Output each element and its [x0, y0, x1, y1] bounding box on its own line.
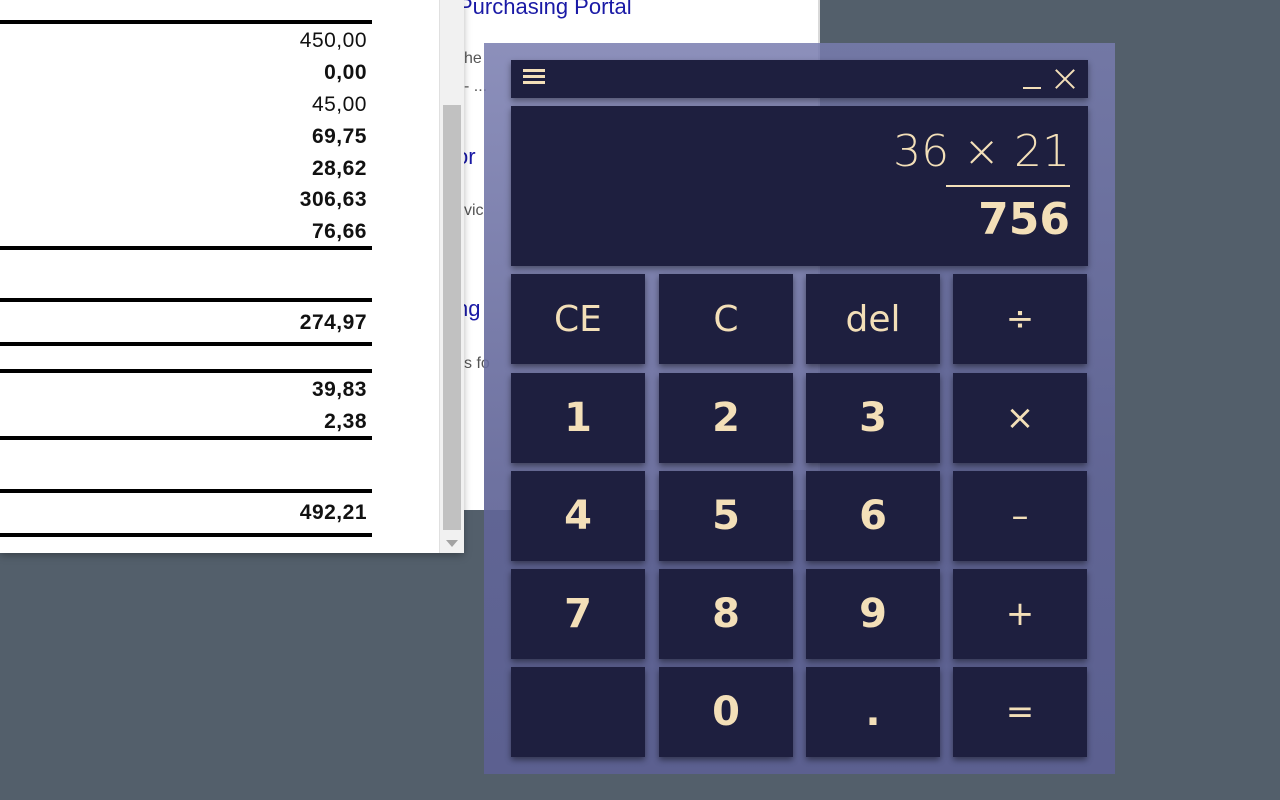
delete-button[interactable]: del	[806, 274, 940, 364]
digit-3-button[interactable]: 3	[806, 373, 940, 463]
report-value: 0,00	[324, 61, 367, 84]
clear-entry-button[interactable]: CE	[511, 274, 645, 364]
report-window: 450,00 0,00 45,00 69,75 28,62 306,63 76,…	[0, 0, 464, 553]
report-value: 306,63	[299, 188, 367, 211]
table-rule	[0, 489, 372, 493]
scroll-down-arrow-icon[interactable]	[446, 540, 458, 547]
decimal-point-button[interactable]: .	[806, 667, 940, 757]
digit-7-button[interactable]: 7	[511, 569, 645, 659]
table-rule	[0, 436, 372, 440]
digit-4-button[interactable]: 4	[511, 471, 645, 561]
close-icon[interactable]	[1053, 67, 1077, 91]
report-value: 274,97	[299, 311, 367, 334]
clear-button[interactable]: C	[659, 274, 793, 364]
report-value: 76,66	[311, 220, 367, 243]
table-rule	[0, 533, 372, 537]
scroll-thumb[interactable]	[443, 105, 461, 530]
menu-icon[interactable]	[523, 66, 545, 88]
blank-button[interactable]	[511, 667, 645, 757]
digit-9-button[interactable]: 9	[806, 569, 940, 659]
table-rule	[0, 369, 372, 373]
report-value: 69,75	[311, 125, 367, 148]
report-value: 2,38	[324, 410, 367, 433]
report-value: 28,62	[311, 157, 367, 180]
table-rule	[0, 246, 372, 250]
table-rule	[0, 298, 372, 302]
table-rule	[0, 342, 372, 346]
report-value: 39,83	[311, 378, 367, 401]
divide-button[interactable]: ÷	[953, 274, 1087, 364]
calculator-titlebar[interactable]	[511, 60, 1088, 98]
portal-text: he	[464, 50, 482, 67]
digit-1-button[interactable]: 1	[511, 373, 645, 463]
multiply-button[interactable]: ×	[953, 373, 1087, 463]
minus-button[interactable]: –	[953, 471, 1087, 561]
equals-button[interactable]: =	[953, 667, 1087, 757]
plus-button[interactable]: +	[953, 569, 1087, 659]
minimize-icon[interactable]	[1023, 87, 1041, 89]
report-value: 45,00	[311, 93, 367, 116]
digit-2-button[interactable]: 2	[659, 373, 793, 463]
table-rule	[0, 20, 372, 24]
digit-0-button[interactable]: 0	[659, 667, 793, 757]
report-value: 492,21	[299, 501, 367, 524]
expression-underline	[946, 185, 1070, 187]
digit-6-button[interactable]: 6	[806, 471, 940, 561]
expression: 36 × 21	[893, 126, 1070, 177]
digit-5-button[interactable]: 5	[659, 471, 793, 561]
vertical-scrollbar[interactable]	[439, 0, 464, 553]
portal-text: vic	[464, 202, 484, 219]
result: 756	[978, 194, 1070, 245]
digit-8-button[interactable]: 8	[659, 569, 793, 659]
report-value: 450,00	[299, 29, 367, 52]
calculator-display: 36 × 21 756	[511, 106, 1088, 266]
portal-title[interactable]: Purchasing Portal	[458, 0, 632, 20]
